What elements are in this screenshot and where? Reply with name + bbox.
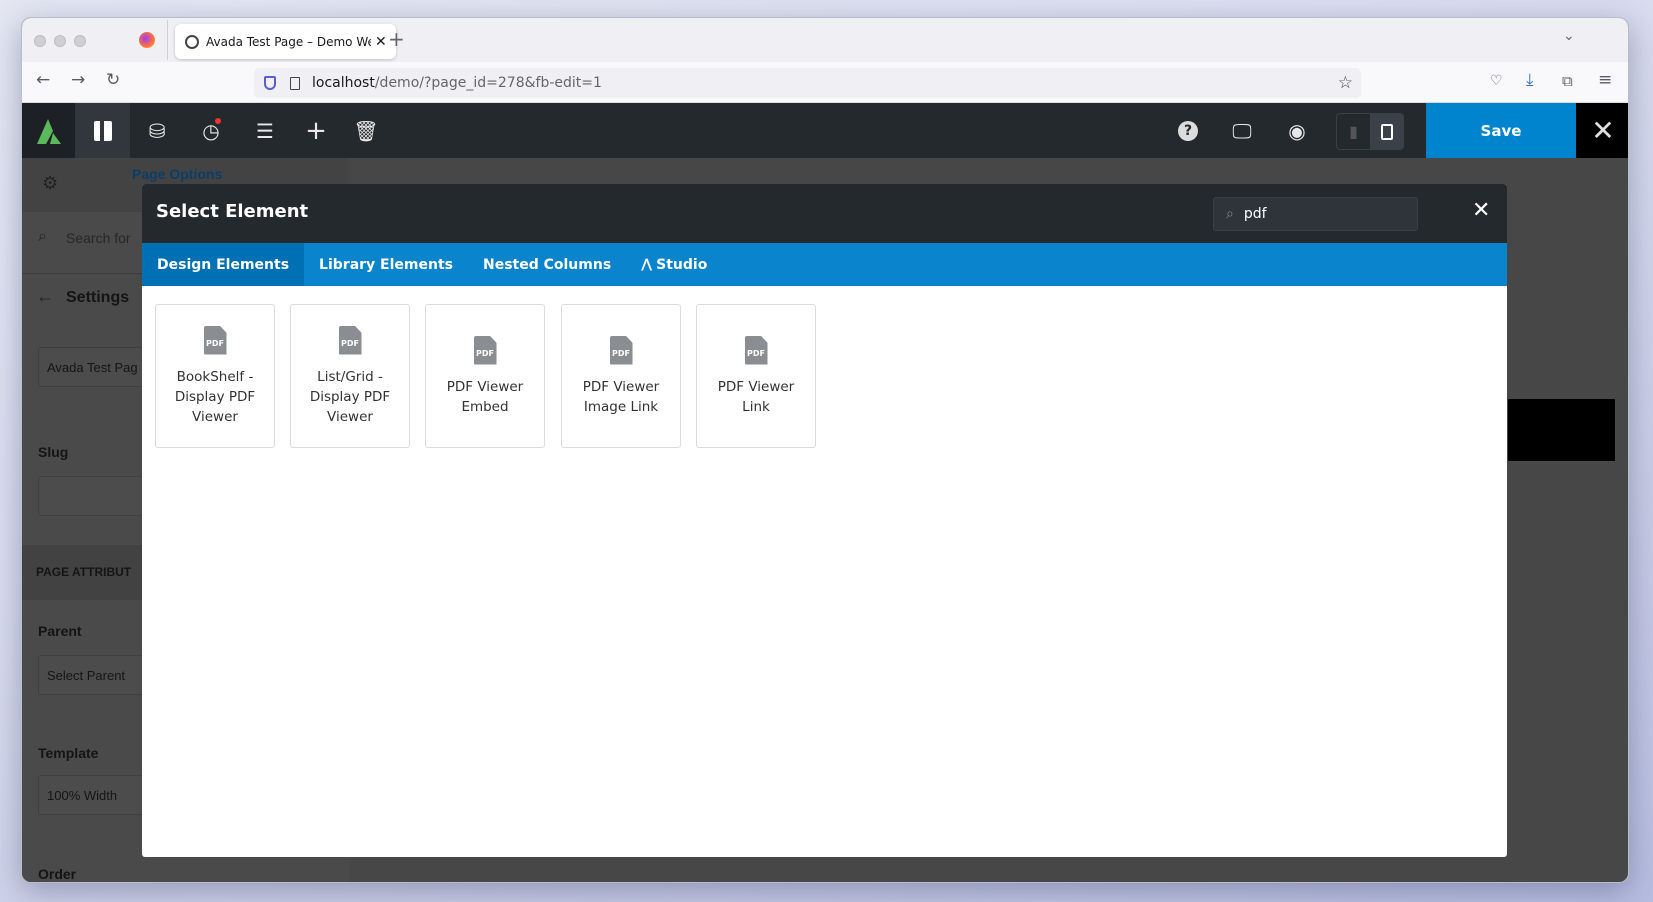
page-icon <box>290 76 300 90</box>
pdf-icon: PDF <box>609 335 633 365</box>
modal-header: Select Element ⌕ ✕ <box>142 184 1507 243</box>
parent-label: Parent <box>38 623 82 639</box>
element-label: List/Grid - Display PDF Viewer <box>309 368 391 425</box>
download-icon[interactable]: ⤓ <box>1526 70 1534 90</box>
help-button[interactable]: ? <box>1168 103 1208 158</box>
element-card[interactable]: PDF BookShelf - Display PDF Viewer <box>155 304 275 448</box>
tab-list-chevron-icon[interactable]: ⌄ <box>1563 28 1575 44</box>
notification-dot <box>215 118 221 124</box>
pdf-icon: PDF <box>338 325 362 355</box>
responsive-button[interactable]: 🖵 <box>1222 103 1262 158</box>
pdf-icon: PDF <box>744 335 768 365</box>
help-icon: ? <box>1178 120 1198 141</box>
order-label: Order <box>38 866 77 882</box>
pocket-icon[interactable]: ♡ <box>1490 73 1503 89</box>
url-host: localhost <box>312 75 375 91</box>
plus-icon: + <box>305 115 327 146</box>
sidebar-icon <box>93 120 112 141</box>
element-search[interactable]: ⌕ <box>1213 197 1418 231</box>
view-toggle: ▮ <box>1336 113 1404 150</box>
tab-title: Avada Test Page – Demo Websit <box>206 34 371 49</box>
divider <box>167 20 168 60</box>
element-card[interactable]: PDF List/Grid - Display PDF Viewer <box>290 304 410 448</box>
pdf-icon: PDF <box>473 335 497 365</box>
tab-studio-label: Studio <box>656 256 708 273</box>
tab-design-elements[interactable]: Design Elements <box>142 243 305 286</box>
firefox-icon <box>139 32 155 48</box>
tab-studio[interactable]: ⋀ Studio <box>626 243 722 286</box>
preview-button[interactable]: ◉ <box>1277 103 1317 158</box>
save-button[interactable]: Save <box>1426 103 1576 158</box>
tab-nested-columns[interactable]: Nested Columns <box>468 243 626 286</box>
url-path: /demo/?page_id=278&fb-edit=1 <box>374 75 602 91</box>
document-icon <box>1380 123 1393 140</box>
sidebar-toggle-button[interactable] <box>75 103 130 158</box>
builder-toolbar: ⛁ ◷ ☰ + 🗑 ? 🖵 ◉ ▮ Save ✕ <box>22 103 1628 158</box>
close-modal-button[interactable]: ✕ <box>1472 198 1490 223</box>
navigation-bar: ← → ↻ localhost/demo/?page_id=278&fb-edi… <box>22 62 1628 103</box>
avada-icon: ⋀ <box>641 257 653 272</box>
bookmark-star-icon[interactable]: ☆ <box>1338 73 1353 93</box>
modal-title: Select Element <box>156 201 309 222</box>
back-button[interactable]: ← <box>36 70 50 90</box>
element-card[interactable]: PDF PDF Viewer Embed <box>425 304 545 448</box>
settings-title: Settings <box>66 289 130 306</box>
desktop-icon: 🖵 <box>1232 118 1252 143</box>
element-search-input[interactable] <box>1243 206 1394 222</box>
section-title: PAGE ATTRIBUT <box>36 565 132 579</box>
exit-builder-button[interactable]: ✕ <box>1576 103 1628 158</box>
reload-button[interactable]: ↻ <box>106 70 120 90</box>
element-label: PDF Viewer Image Link <box>582 378 660 415</box>
tab-page-options[interactable]: Page Options <box>132 166 222 182</box>
browser-tab-active[interactable]: Avada Test Page – Demo Websit ✕ <box>175 24 396 59</box>
toggles-icon: ☰ <box>256 118 274 143</box>
element-label: PDF Viewer Link <box>717 378 795 415</box>
library-button[interactable]: ⛁ <box>135 103 179 158</box>
url-bar[interactable]: localhost/demo/?page_id=278&fb-edit=1 ☆ <box>254 68 1361 98</box>
clear-button[interactable]: 🗑 <box>344 103 388 158</box>
trash-icon: 🗑 <box>353 118 379 143</box>
element-label: BookShelf - Display PDF Viewer <box>174 368 256 425</box>
template-label: Template <box>38 745 99 761</box>
avada-logo[interactable] <box>22 103 75 158</box>
extensions-icon[interactable]: ⧉ <box>1562 72 1573 90</box>
close-tab-icon[interactable]: ✕ <box>375 34 387 50</box>
element-label: PDF Viewer Embed <box>446 378 524 415</box>
back-arrow-icon[interactable]: ← <box>36 286 54 307</box>
element-card[interactable]: PDF PDF Viewer Image Link <box>561 304 681 448</box>
gear-icon[interactable]: ⚙ <box>42 173 58 194</box>
history-button[interactable]: ◷ <box>189 103 233 158</box>
add-element-button[interactable]: + <box>294 103 338 158</box>
element-card[interactable]: PDF PDF Viewer Link <box>696 304 816 448</box>
slug-label: Slug <box>38 444 69 460</box>
pdf-icon: PDF <box>203 325 227 355</box>
search-icon: ⌕ <box>38 228 47 245</box>
drive-icon: ⛁ <box>148 118 166 143</box>
sidebar-search-input[interactable]: Search for <box>66 230 131 246</box>
menu-icon[interactable]: ≡ <box>1598 70 1612 90</box>
forward-button[interactable]: → <box>71 70 85 90</box>
search-icon: ⌕ <box>1226 206 1234 222</box>
maximize-window-button[interactable] <box>74 35 86 47</box>
tab-strip: Avada Test Page – Demo Websit ✕ + ⌄ <box>22 18 1628 62</box>
new-tab-button[interactable]: + <box>388 27 405 51</box>
navigator-button[interactable]: ☰ <box>243 103 287 158</box>
eye-icon: ◉ <box>1288 118 1306 143</box>
close-window-button[interactable] <box>34 35 46 47</box>
page-view-dark-button[interactable]: ▮ <box>1337 114 1370 149</box>
tab-library-elements[interactable]: Library Elements <box>304 243 468 286</box>
shield-icon <box>264 76 276 90</box>
select-element-modal: Select Element ⌕ ✕ Design Elements Libra… <box>142 184 1507 857</box>
wordpress-icon <box>185 34 199 49</box>
page-view-light-button[interactable] <box>1370 114 1403 149</box>
minimize-window-button[interactable] <box>54 35 66 47</box>
modal-tabs: Design Elements Library Elements Nested … <box>142 243 1507 286</box>
